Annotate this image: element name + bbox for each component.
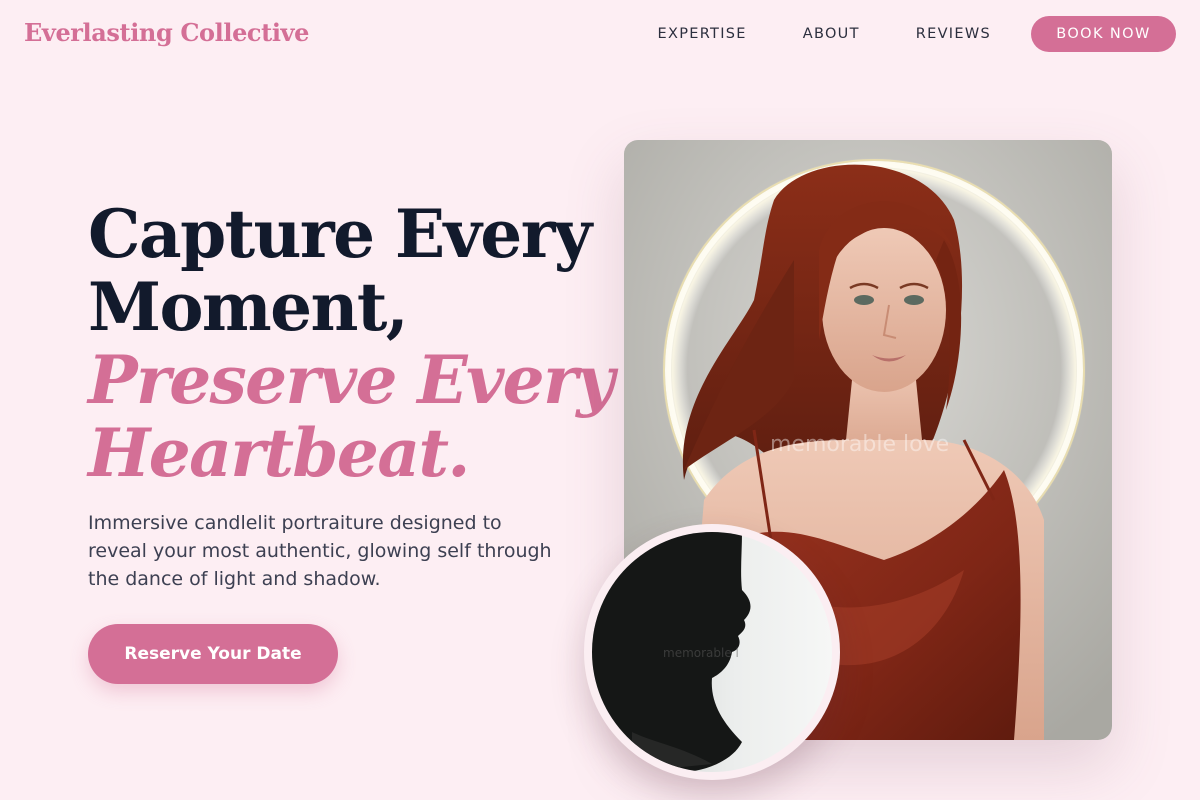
nav-link-expertise[interactable]: EXPERTISE [658,16,747,52]
inset-portrait-frame [584,524,840,780]
hero-subtitle: Immersive candlelit portraiture designed… [88,512,552,590]
reserve-date-button[interactable]: Reserve Your Date [88,624,338,684]
hero-title-line-1: Capture Every [88,195,592,273]
silhouette-illustration [592,532,832,772]
nav-link-reviews[interactable]: REVIEWS [916,16,991,52]
hero-title: Capture Every Moment, Preserve Every Hea… [88,195,615,492]
hero-accent-line-1: Preserve Every [88,341,615,419]
inset-portrait-photo [592,532,832,772]
main-nav: EXPERTISE ABOUT REVIEWS BOOK NOW [658,16,1176,52]
site-header: Everlasting Collective EXPERTISE ABOUT R… [0,0,1200,68]
book-now-button[interactable]: BOOK NOW [1031,16,1176,52]
hero-title-line-2: Moment, [88,268,409,346]
brand-logo[interactable]: Everlasting Collective [24,18,309,47]
hero-accent-line-2: Heartbeat. [88,414,470,492]
nav-link-about[interactable]: ABOUT [803,16,860,52]
